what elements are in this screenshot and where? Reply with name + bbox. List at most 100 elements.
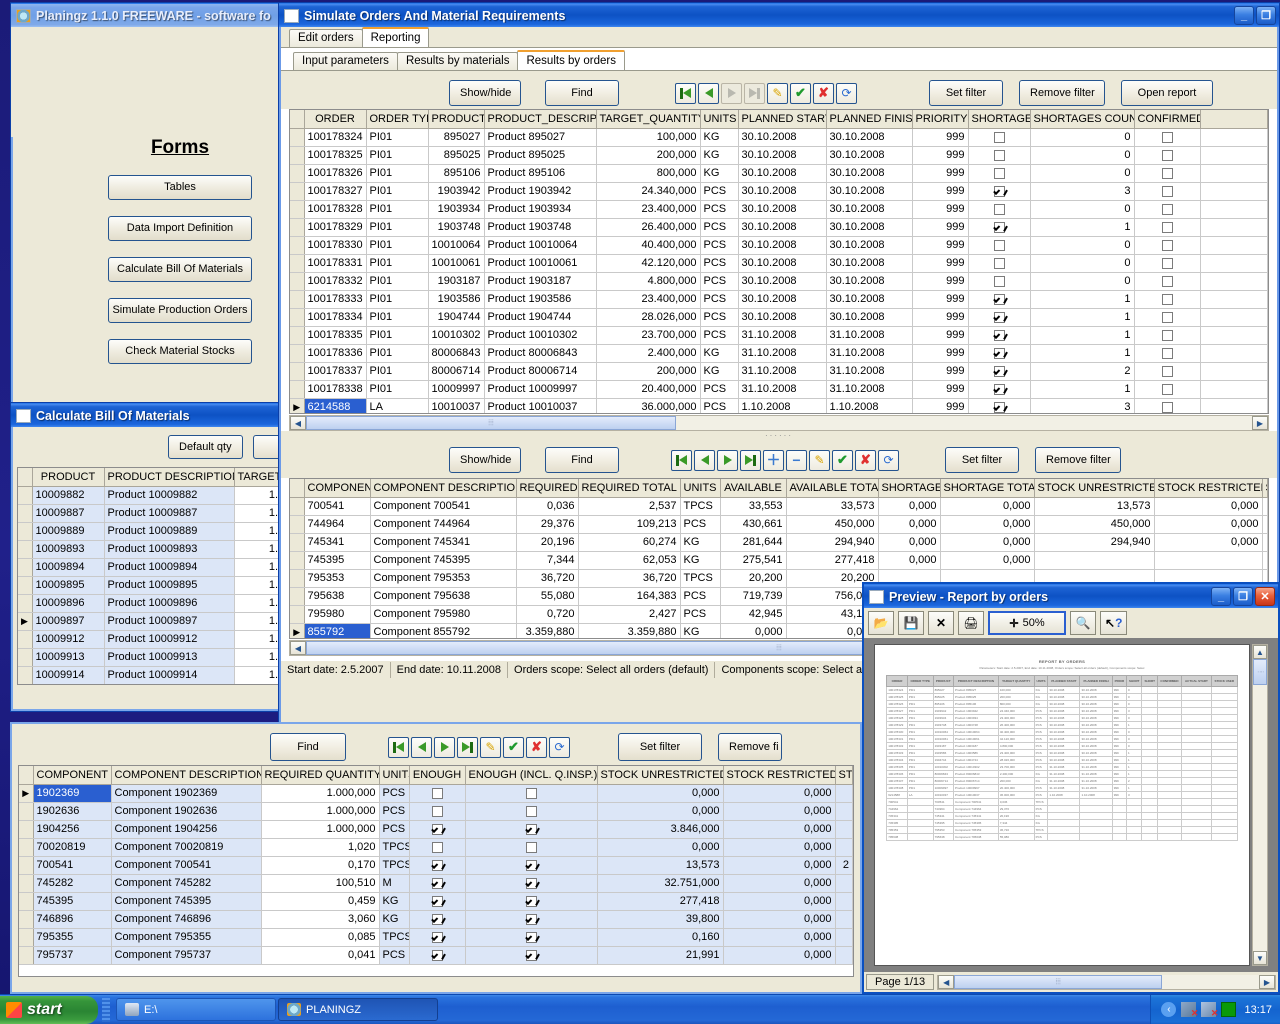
row-marker[interactable] <box>290 587 305 606</box>
scroll-up-button[interactable]: ▲ <box>1253 645 1267 659</box>
post-edit-button[interactable]: ✔ <box>503 736 524 758</box>
table-row[interactable]: 1904256 Component 1904256 1.000,000 PCS 3.84… <box>19 820 853 839</box>
comp-col-2[interactable]: REQUIRED <box>516 479 579 498</box>
row-marker[interactable] <box>19 820 34 839</box>
subtab-results-by-orders[interactable]: Results by orders <box>517 50 625 70</box>
default-qty-button[interactable]: Default qty <box>168 435 243 459</box>
row-marker[interactable] <box>19 802 34 821</box>
comp-col-5[interactable]: AVAILABLE <box>720 479 787 498</box>
table-row[interactable]: 1902636 Component 1902636 1.000,000 PCS 0,00… <box>19 802 853 821</box>
table-row[interactable]: ▶ 1902369 Component 1902369 1.000,000 PCS 0,0… <box>19 784 853 803</box>
bottom-col-2[interactable]: REQUIRED QUANTITY <box>261 766 380 785</box>
cell-confirmed-partial[interactable] <box>1134 146 1202 165</box>
table-row[interactable]: 100178335 PI01 10010302 Product 10010302 23.… <box>290 326 1268 345</box>
row-marker[interactable]: ▶ <box>290 398 305 413</box>
network-disconnected-icon[interactable]: ✕ <box>1181 1002 1198 1018</box>
scroll-left-button[interactable]: ◀ <box>290 416 306 430</box>
row-marker[interactable] <box>19 838 34 857</box>
row-marker[interactable] <box>18 576 33 595</box>
cell-shortages[interactable] <box>968 200 1031 219</box>
comp-col-7[interactable]: SHORTAGE <box>878 479 941 498</box>
enough-qinsp-checkbox[interactable] <box>525 877 537 889</box>
cell-confirmed-partial[interactable] <box>1134 272 1202 291</box>
comp-col-6[interactable]: AVAILABLE TOTAL <box>786 479 879 498</box>
cell-enough-qinsp[interactable] <box>465 856 598 875</box>
enough-qinsp-checkbox[interactable] <box>525 913 537 925</box>
table-row[interactable]: 100178325 PI01 895025 Product 895025 200,000… <box>290 146 1268 165</box>
cell-enough[interactable] <box>409 946 466 965</box>
bottom-col-8[interactable]: STOCK ON Q. <box>835 766 853 785</box>
table-row[interactable]: 100178324 PI01 895027 Product 895027 100,000… <box>290 128 1268 147</box>
row-marker[interactable] <box>290 272 305 291</box>
close-button[interactable]: ✕ <box>1255 587 1275 606</box>
confirmed-partial-checkbox[interactable] <box>1161 401 1173 413</box>
enough-qinsp-checkbox[interactable] <box>525 805 537 817</box>
cell-enough-qinsp[interactable] <box>465 838 598 857</box>
row-marker[interactable] <box>290 254 305 273</box>
cell-shortages[interactable] <box>968 380 1031 399</box>
orders-col-7[interactable]: PLANNED FINISH <box>826 110 913 129</box>
confirmed-partial-checkbox[interactable] <box>1161 311 1173 323</box>
last-record-button[interactable] <box>740 449 761 471</box>
orders-col-10[interactable]: SHORTAGES COUNT <box>1030 110 1135 129</box>
table-row[interactable]: 100178331 PI01 10010061 Product 10010061 42.… <box>290 254 1268 273</box>
row-marker[interactable] <box>19 874 34 893</box>
row-marker[interactable] <box>290 326 305 345</box>
cell-confirmed-partial[interactable] <box>1134 236 1202 255</box>
cell-confirmed-partial[interactable] <box>1134 308 1202 327</box>
row-marker[interactable] <box>290 146 305 165</box>
cancel-edit-button[interactable]: ✘ <box>855 449 876 471</box>
row-marker[interactable] <box>18 648 33 667</box>
row-marker[interactable] <box>18 594 33 613</box>
comp-col-11[interactable]: STOC <box>1262 479 1268 498</box>
orders-col-2[interactable]: PRODUCT <box>428 110 485 129</box>
cell-enough-qinsp[interactable] <box>465 946 598 965</box>
cell-shortages[interactable] <box>968 308 1031 327</box>
table-row[interactable]: 100178328 PI01 1903934 Product 1903934 23.40… <box>290 200 1268 219</box>
window-controls[interactable]: _ ❐ <box>1234 6 1276 25</box>
scroll-left-button[interactable]: ◀ <box>290 641 306 655</box>
cell-enough[interactable] <box>409 802 466 821</box>
last-record-button[interactable] <box>744 82 765 104</box>
comp-col-1[interactable]: COMPONENT DESCRIPTION <box>370 479 517 498</box>
cell-confirmed-partial[interactable] <box>1134 362 1202 381</box>
row-marker[interactable] <box>18 540 33 559</box>
confirmed-partial-checkbox[interactable] <box>1161 257 1173 269</box>
cbom-col-0[interactable]: PRODUCT <box>32 468 105 487</box>
shortages-checkbox[interactable] <box>993 311 1005 323</box>
row-marker[interactable] <box>18 522 33 541</box>
cell-confirmed-partial[interactable] <box>1134 380 1202 399</box>
bottom-grid[interactable]: COMPONENT COMPONENT DESCRIPTION REQUIRED Q… <box>18 765 854 977</box>
table-row[interactable]: 795737 Component 795737 0,041 PCS 21,991 0,00… <box>19 946 853 965</box>
cell-confirmed-partial[interactable] <box>1134 290 1202 309</box>
open-report-button[interactable]: Open report <box>1121 80 1213 106</box>
row-marker[interactable] <box>290 308 305 327</box>
set-filter-button-bottom[interactable]: Set filter <box>618 733 702 761</box>
table-row[interactable]: 70020819 Component 70020819 1,020 TPCS 0,000… <box>19 838 853 857</box>
orders-col-5[interactable]: UNITS <box>700 110 739 129</box>
calculate-bill-of-materials-button[interactable]: Calculate Bill Of Materials <box>108 257 252 282</box>
cell-enough-qinsp[interactable] <box>465 820 598 839</box>
page-next-button[interactable]: ▶ <box>1259 975 1275 989</box>
remove-filter-button-bottom[interactable]: Remove fi <box>718 733 782 761</box>
shortages-checkbox[interactable] <box>993 401 1005 413</box>
first-record-button[interactable] <box>388 736 409 758</box>
row-marker[interactable] <box>290 236 305 255</box>
row-marker[interactable] <box>19 946 34 965</box>
green-status-icon[interactable] <box>1221 1002 1237 1017</box>
table-row[interactable]: 700541 Component 700541 0,036 2,537 TPCS 33,5… <box>290 497 1268 516</box>
orders-grid[interactable]: ORDERORDER TYPEPRODUCTPRODUCT_DESCRIPTIO… <box>289 109 1269 414</box>
components-nav-group[interactable]: ＋ − ✎ ✔ ✘ ⟳ <box>671 449 899 471</box>
table-row[interactable]: 100178327 PI01 1903942 Product 1903942 24.34… <box>290 182 1268 201</box>
shortages-checkbox[interactable] <box>993 329 1005 341</box>
preview-scroll-track[interactable] <box>1253 685 1267 951</box>
delete-record-button[interactable]: − <box>786 449 807 471</box>
cell-enough[interactable] <box>409 784 466 803</box>
edit-record-button[interactable]: ✎ <box>767 82 788 104</box>
orders-col-6[interactable]: PLANNED START <box>738 110 827 129</box>
cell-enough-qinsp[interactable] <box>465 910 598 929</box>
minimize-button[interactable]: _ <box>1234 6 1254 25</box>
cell-shortages[interactable] <box>968 128 1031 147</box>
network-error-icon[interactable]: ✕ <box>1201 1002 1218 1018</box>
table-row[interactable]: 100178338 PI01 10009997 Product 10009997 20.… <box>290 380 1268 399</box>
